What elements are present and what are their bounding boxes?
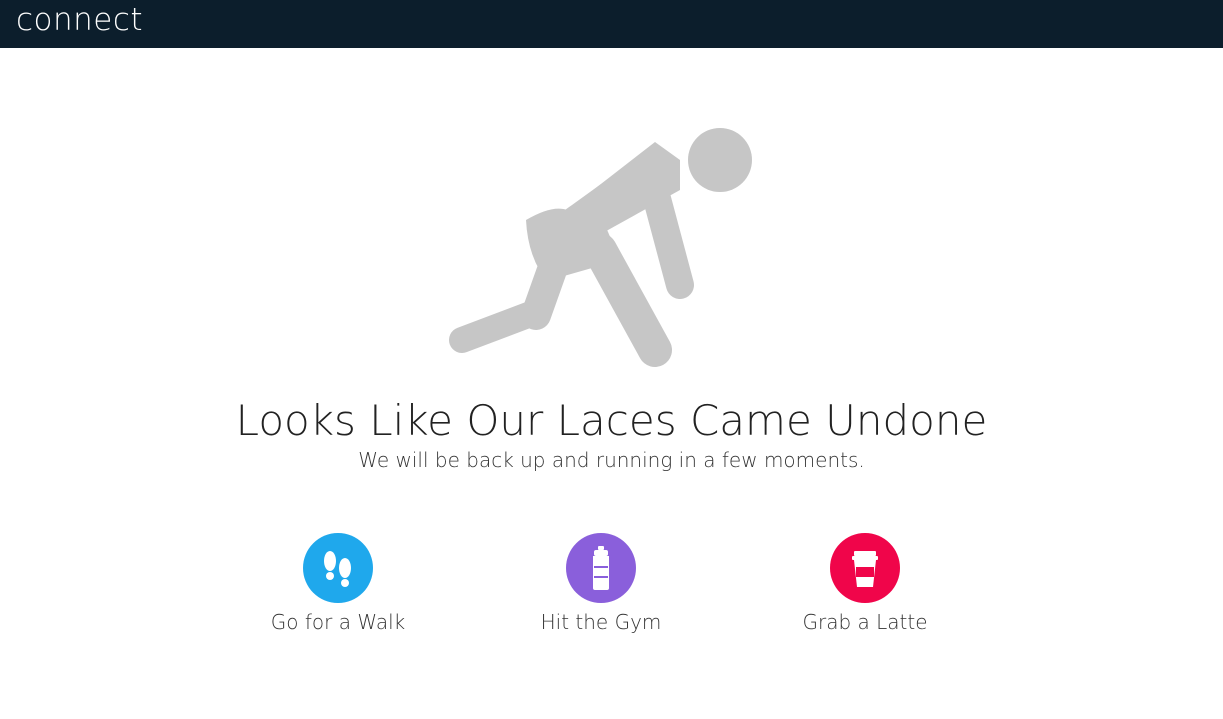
go-for-walk-label: Go for a Walk <box>270 610 406 634</box>
gym-circle[interactable] <box>566 533 636 603</box>
hit-gym-label: Hit the Gym <box>540 610 662 634</box>
tying-shoelace-person-icon <box>449 128 752 367</box>
latte-circle[interactable] <box>830 533 900 603</box>
top-bar: connect <box>0 0 1223 48</box>
grab-latte-button[interactable]: Grab a Latte <box>765 533 965 637</box>
coffee-cup-icon <box>852 551 878 587</box>
connect-logo[interactable]: connect <box>16 0 143 40</box>
walk-circle[interactable] <box>303 533 373 603</box>
go-for-walk-button[interactable]: Go for a Walk <box>238 533 438 637</box>
error-subline: We will be back up and running in a few … <box>358 448 865 472</box>
water-bottle-icon <box>593 546 609 590</box>
error-headline: Looks Like Our Laces Came Undone <box>235 396 988 445</box>
footprints-icon <box>324 551 351 587</box>
hit-gym-button[interactable]: Hit the Gym <box>501 533 701 637</box>
grab-latte-label: Grab a Latte <box>802 610 928 634</box>
